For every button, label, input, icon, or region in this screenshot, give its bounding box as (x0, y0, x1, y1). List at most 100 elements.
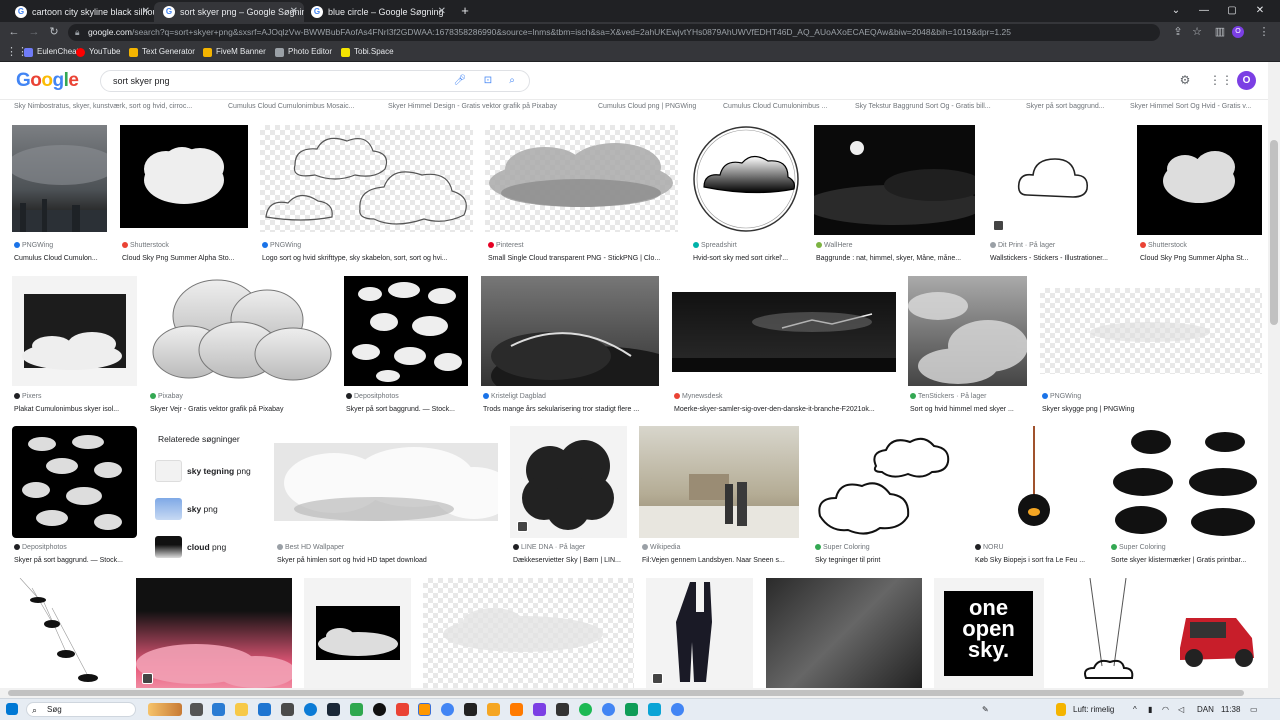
result-source[interactable]: Shutterstock (122, 241, 252, 250)
result-image-hanging-clouds[interactable] (12, 578, 124, 688)
result-source[interactable]: Super Coloring (1111, 543, 1261, 552)
widgets-icon[interactable] (212, 703, 225, 716)
github-icon[interactable] (373, 703, 386, 716)
tab-close-icon[interactable]: ✕ (142, 2, 150, 22)
pen-icon[interactable]: ✎ (982, 699, 989, 721)
result-source[interactable]: Depositphotos (346, 392, 468, 401)
related-item-sky-tegning[interactable]: sky tegning png (154, 458, 251, 484)
close-window-icon[interactable]: ✕ (1252, 3, 1268, 19)
chrome-icon[interactable] (441, 703, 454, 716)
result-source[interactable]: TenStickers · På lager (910, 392, 1030, 401)
result-image-dramatic-sky[interactable] (908, 276, 1027, 386)
lens-camera-icon[interactable]: ⊡ (481, 74, 495, 88)
account-avatar[interactable]: O (1237, 71, 1256, 90)
result-image-white-cloud-black[interactable] (120, 125, 248, 232)
result-source[interactable]: NORU (975, 543, 1095, 552)
task-view-icon[interactable] (190, 703, 203, 716)
result-source[interactable]: PNGWing (262, 241, 462, 250)
result-title[interactable]: Trods mange års sekularisering tror stad… (483, 405, 659, 414)
result-source[interactable]: Wikipedia (642, 543, 797, 552)
taskbar-search-box[interactable]: ⌕ Søg (26, 702, 136, 717)
result-title[interactable]: Skyer Vejr - Gratis vektor grafik på Pix… (150, 405, 332, 414)
result-title[interactable]: Moerke-skyer-samler-sig-over-den-danske-… (674, 405, 896, 414)
forward-arrow-icon[interactable]: → (26, 24, 42, 40)
result-image-pink-clouds[interactable] (136, 578, 292, 688)
google-logo[interactable]: Google (16, 70, 79, 92)
bookmark-eulencheats[interactable]: EulenCheats (24, 45, 83, 59)
result-source[interactable]: Dit Print · På lager (990, 241, 1125, 250)
result-source[interactable]: Kristeligt Dagblad (483, 392, 659, 401)
tab-cartoon-city[interactable]: G cartoon city skyline black silhou ✕ (6, 2, 156, 22)
share-icon[interactable]: ⇪ (1170, 24, 1186, 40)
result-image-black-cloud-stickers[interactable] (1109, 426, 1262, 538)
bookmark-star-icon[interactable]: ☆ (1189, 24, 1205, 40)
result-source[interactable]: LINE DNA · På lager (513, 543, 628, 552)
bookmark-fivem-banner[interactable]: FiveM Banner (203, 45, 266, 59)
result-title[interactable]: Plakat Cumulonimbus skyer isol... (14, 405, 136, 414)
result-source[interactable]: Pixers (14, 392, 134, 401)
result-image-cycling-bib[interactable] (646, 578, 753, 688)
tray-chevron-icon[interactable]: ^ (1133, 699, 1137, 721)
google-apps-grid-icon[interactable]: ⋮⋮⋮ (1209, 73, 1245, 87)
chrome-icon[interactable] (671, 703, 684, 716)
sidepanel-icon[interactable]: ▥ (1212, 24, 1228, 40)
result-image-clouds-on-black[interactable] (12, 426, 137, 538)
mail-icon[interactable] (258, 703, 271, 716)
result-title[interactable]: Skyer skygge png | PNGWing (1042, 405, 1242, 414)
result-source[interactable]: Depositphotos (14, 543, 134, 552)
result-source[interactable]: Super Coloring (815, 543, 960, 552)
result-source[interactable]: WallHere (816, 241, 976, 250)
result-caption[interactable]: Skyer på sort baggrund... (1026, 102, 1116, 111)
search-highlight-icon[interactable] (148, 703, 182, 716)
settings-gear-icon[interactable]: ⚙ (1178, 73, 1192, 87)
maximize-icon[interactable]: ▢ (1224, 3, 1240, 19)
result-caption[interactable]: Cumulus Cloud Cumulonimbus ... (723, 102, 838, 111)
file-explorer-icon[interactable] (235, 703, 248, 716)
result-source[interactable]: Pinterest (488, 241, 668, 250)
result-title[interactable]: Skyer på himlen sort og hvid HD tapet do… (277, 556, 499, 565)
app-icon[interactable] (648, 703, 661, 716)
result-title[interactable]: Hvid-sort sky med sort cirkel'... (693, 254, 803, 263)
result-title[interactable]: Fil:Vejen gennem Landsbyen. Naar Sneen s… (642, 556, 800, 565)
url-field[interactable]: 🔒︎ google.com/search?q=sort+skyer+png&sxs… (68, 24, 1160, 41)
result-source[interactable]: Spreadshirt (693, 241, 803, 250)
app-icon[interactable] (464, 703, 477, 716)
result-title[interactable]: Dækkeservietter Sky | Børn | LIN... (513, 556, 628, 565)
result-image-cloud-sticker[interactable] (987, 125, 1125, 235)
bookmark-youtube[interactable]: YouTube (76, 45, 120, 59)
result-image-biopejs[interactable] (972, 426, 1097, 538)
app-icon[interactable] (510, 703, 523, 716)
result-source[interactable]: PNGWing (14, 241, 114, 250)
windows-start-icon[interactable] (6, 703, 18, 715)
result-image-cloud-outline[interactable] (260, 125, 473, 232)
result-title[interactable]: Sorte skyer klistermærker | Gratis print… (1111, 556, 1263, 565)
tab-close-icon[interactable]: ✕ (290, 2, 298, 22)
profile-avatar-icon[interactable]: O (1232, 26, 1244, 38)
result-image-painting-village[interactable] (639, 426, 799, 538)
result-image-black-cloud-mat[interactable] (510, 426, 627, 538)
result-title[interactable]: Baggrunde : nat, himmel, skyer, Måne, må… (816, 254, 976, 263)
notification-icon[interactable]: ▭ (1250, 699, 1258, 721)
clock[interactable]: 11:38 (1221, 699, 1240, 721)
bookmark-tobi-space[interactable]: Tobi.Space (341, 45, 394, 59)
result-image-grey-cloud[interactable] (485, 125, 678, 232)
bookmark-photo-editor[interactable]: Photo Editor (275, 45, 332, 59)
bookmark-text-generator[interactable]: Text Generator (129, 45, 195, 59)
result-caption[interactable]: Cumulus Cloud png | PNGWing (598, 102, 708, 111)
tab-close-icon[interactable]: ✕ (438, 2, 446, 22)
result-title[interactable]: Skyer på sort baggrund. — Stock... (14, 556, 139, 565)
result-image-cloud-drawing[interactable] (812, 426, 960, 538)
result-image-grey-cloud-vector[interactable] (147, 276, 332, 386)
result-title[interactable]: Logo sort og hvid skrifttype, sky skabel… (262, 254, 472, 263)
result-title[interactable]: Cloud Sky Png Summer Alpha Sto... (122, 254, 250, 263)
result-image-one-open-sky[interactable]: one open sky. (934, 578, 1044, 688)
result-source[interactable]: PNGWing (1042, 392, 1242, 401)
horizontal-scroll-thumb[interactable] (8, 690, 1244, 696)
language-indicator[interactable]: DAN (1197, 699, 1214, 721)
result-source[interactable]: Shutterstock (1140, 241, 1262, 250)
minimize-icon[interactable]: — (1196, 3, 1212, 19)
related-item-sky[interactable]: sky png (154, 496, 218, 522)
result-image-cumulonimbus[interactable] (12, 276, 137, 386)
result-source[interactable]: Best HD Wallpaper (277, 543, 497, 552)
result-title[interactable]: Skyer på sort baggrund. — Stock... (346, 405, 468, 414)
